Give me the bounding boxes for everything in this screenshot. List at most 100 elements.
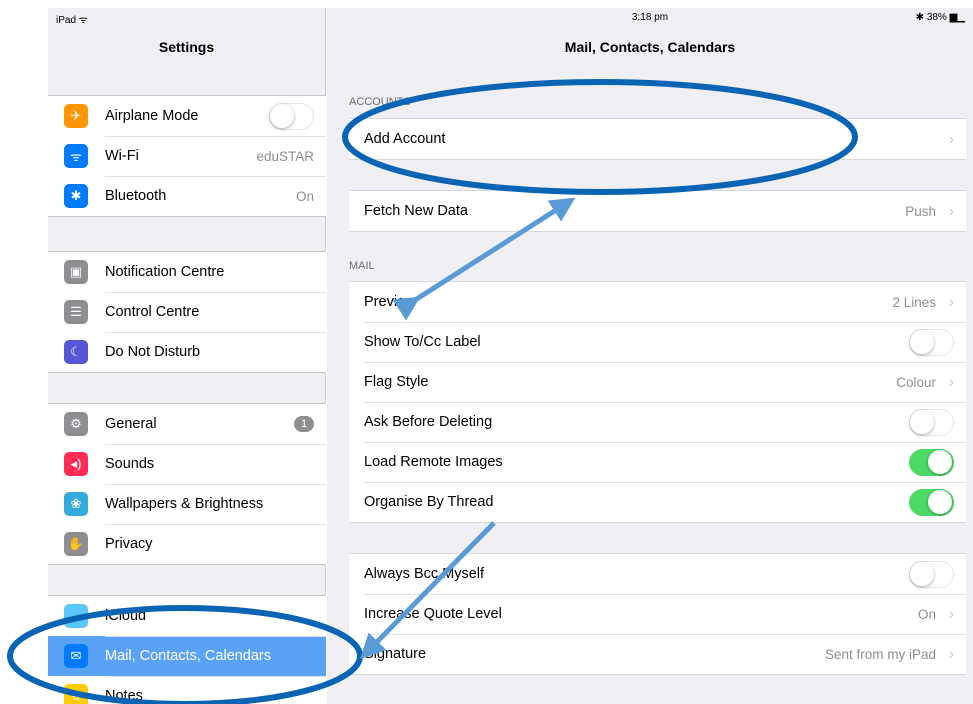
mail-icon: ✉ (64, 644, 88, 668)
notification-badge: 1 (294, 416, 314, 432)
increase-quote-level-row[interactable]: Increase Quote Level On › (349, 594, 966, 634)
toggle-knob (910, 409, 934, 434)
moon-icon: ☾ (64, 340, 88, 364)
cloud-icon: ☁ (64, 604, 88, 628)
wifi-icon: ᯤ (64, 144, 88, 168)
control-centre-icon: ☰ (64, 300, 88, 324)
load-remote-images-row[interactable]: Load Remote Images (349, 442, 966, 482)
add-account-row[interactable]: Add Account › (349, 119, 966, 159)
speaker-icon: ◂) (64, 452, 88, 476)
sidebar-item-wallpapers-brightness[interactable]: ❀ Wallpapers & Brightness (48, 484, 326, 524)
show-to-cc-label-label: Show To/Cc Label (364, 334, 481, 350)
bluetooth-icon: ✱ (64, 184, 88, 208)
load-remote-images-label: Load Remote Images (364, 454, 503, 470)
ipad-screen: iPad ᯤ Settings ✈ Airplane Mode ᯤ Wi-Fi eduS… (48, 8, 973, 704)
fetch-new-data-label: Fetch New Data (364, 203, 468, 219)
sidebar-group-connectivity: ✈ Airplane Mode ᯤ Wi-Fi eduSTAR ✱ Bluetooth On (48, 95, 326, 217)
toggle-knob (270, 103, 294, 128)
sidebar-item-label: Airplane Mode (105, 108, 199, 124)
hand-icon: ✋ (64, 532, 88, 556)
always-bcc-myself-toggle[interactable] (909, 560, 954, 588)
sidebar-item-wi-fi[interactable]: ᯤ Wi-Fi eduSTAR (48, 136, 326, 176)
sidebar-item-label: Wallpapers & Brightness (105, 496, 264, 512)
organise-by-thread-row[interactable]: Organise By Thread (349, 482, 966, 522)
sidebar-item-notes[interactable]: ≡ Notes (48, 676, 326, 704)
sidebar-item-label: Do Not Disturb (105, 344, 201, 360)
sidebar-item-privacy[interactable]: ✋ Privacy (48, 524, 326, 564)
detail-pane: 3:18 pm ✱ 38% ▆▁ Mail, Contacts, Calenda… (327, 8, 973, 704)
add-account-label: Add Account (364, 131, 446, 147)
section-header-accounts: ACCOUNTS (349, 96, 411, 108)
status-battery: ✱ 38% ▆▁ (915, 12, 965, 23)
chevron-right-icon: › (949, 293, 954, 311)
airplane-icon: ✈ (64, 104, 88, 128)
chevron-right-icon: › (949, 202, 954, 220)
chevron-right-icon: › (949, 130, 954, 148)
mail-group: Preview 2 Lines › Show To/Cc Label Flag Styl… (349, 281, 966, 523)
show-to-cc-label-row[interactable]: Show To/Cc Label (349, 322, 966, 362)
flag-style-row[interactable]: Flag Style Colour › (349, 362, 966, 402)
sidebar-item-control-centre[interactable]: ☰ Control Centre (48, 292, 326, 332)
sidebar-item-label: iCloud (105, 608, 147, 624)
sidebar-item-label: Notification Centre (105, 264, 225, 280)
sidebar-item-label: Bluetooth (105, 188, 167, 204)
sidebar-item-mail-contacts-calendars[interactable]: ✉ Mail, Contacts, Calendars (48, 636, 326, 676)
ask-before-deleting-row[interactable]: Ask Before Deleting (349, 402, 966, 442)
sidebar-item-do-not-disturb[interactable]: ☾ Do Not Disturb (48, 332, 326, 372)
airplane-mode-toggle[interactable] (269, 102, 314, 130)
gear-icon: ⚙ (64, 412, 88, 436)
sidebar-item-label: General (105, 416, 157, 432)
section-header-mail: MAIL (349, 260, 375, 272)
ask-before-deleting-label: Ask Before Deleting (364, 414, 493, 430)
flag-style-label: Flag Style (364, 374, 429, 390)
page-title: Mail, Contacts, Calendars (564, 39, 736, 55)
sidebar-item-bluetooth[interactable]: ✱ Bluetooth On (48, 176, 326, 216)
signature-row[interactable]: Signature Sent from my iPad › (349, 634, 966, 674)
always-bcc-myself-label: Always Bcc Myself (364, 566, 485, 582)
sidebar-group-centres: ▣ Notification Centre ☰ Control Centre ☾ Do N… (48, 251, 326, 373)
organise-by-thread-label: Organise By Thread (364, 494, 494, 510)
fetch-new-data-value: Push (905, 203, 936, 219)
sidebar-item-sounds[interactable]: ◂) Sounds (48, 444, 326, 484)
increase-quote-level-label: Increase Quote Level (364, 606, 502, 622)
accounts-group: Add Account › (349, 118, 966, 160)
sidebar-item-value: eduSTAR (256, 148, 314, 164)
wallpaper-icon: ❀ (64, 492, 88, 516)
chevron-right-icon: › (949, 645, 954, 663)
fetch-group: Fetch New Data Push › (349, 190, 966, 232)
sidebar-item-label: Sounds (105, 456, 155, 472)
sidebar-item-label: Control Centre (105, 304, 200, 320)
preview-label: Preview (364, 294, 416, 310)
sidebar-item-label: Notes (105, 688, 143, 704)
fetch-new-data-row[interactable]: Fetch New Data Push › (349, 191, 966, 231)
preview-row[interactable]: Preview 2 Lines › (349, 282, 966, 322)
chevron-right-icon: › (949, 373, 954, 391)
compose-group: Always Bcc Myself Increase Quote Level On ›… (349, 553, 966, 675)
increase-quote-level-value: On (917, 606, 936, 622)
sidebar-item-icloud[interactable]: ☁ iCloud (48, 596, 326, 636)
signature-label: Signature (364, 646, 427, 662)
ask-before-deleting-toggle[interactable] (909, 408, 954, 436)
notes-icon: ≡ (64, 684, 88, 704)
sidebar-item-label: Wi-Fi (105, 148, 139, 164)
sidebar-item-notification-centre[interactable]: ▣ Notification Centre (48, 252, 326, 292)
sidebar-title: Settings (158, 39, 215, 55)
preview-value: 2 Lines (892, 294, 936, 310)
show-to-cc-label-toggle[interactable] (909, 328, 954, 356)
sidebar-item-airplane-mode[interactable]: ✈ Airplane Mode (48, 96, 326, 136)
sidebar-item-general[interactable]: ⚙ General 1 (48, 404, 326, 444)
sidebar-item-value: On (295, 188, 314, 204)
organise-by-thread-toggle[interactable] (909, 488, 954, 516)
load-remote-images-toggle[interactable] (909, 448, 954, 476)
flag-style-value: Colour (896, 374, 936, 390)
sidebar-group-accounts: ☁ iCloud ✉ Mail, Contacts, Calendars ≡ Notes (48, 595, 326, 704)
toggle-knob (928, 489, 952, 514)
sidebar-item-label: Mail, Contacts, Calendars (105, 648, 272, 664)
toggle-knob (928, 449, 952, 474)
status-device: iPad ᯤ (56, 15, 88, 26)
toggle-knob (910, 561, 934, 586)
toggle-knob (910, 329, 934, 354)
always-bcc-myself-row[interactable]: Always Bcc Myself (349, 554, 966, 594)
settings-sidebar: iPad ᯤ Settings ✈ Airplane Mode ᯤ Wi-Fi eduS… (48, 8, 326, 704)
status-time: 3:18 pm (631, 12, 669, 23)
